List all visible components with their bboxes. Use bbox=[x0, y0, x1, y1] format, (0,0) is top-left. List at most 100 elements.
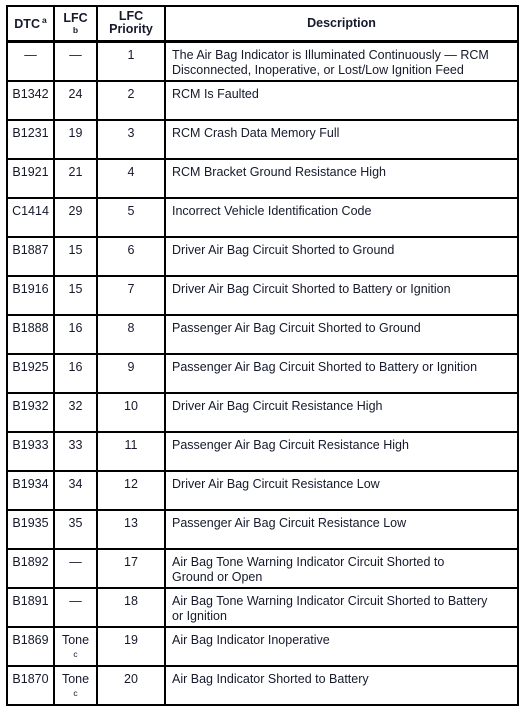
cell-lfc: 35 bbox=[54, 509, 98, 550]
cell-description: Passenger Air Bag Circuit Shorted to Gro… bbox=[165, 314, 518, 355]
column-header-lfc-label: LFC bbox=[63, 10, 88, 25]
table-row: B1925 16 9 Passenger Air Bag Circuit Shorte… bbox=[7, 353, 518, 394]
description-line: Passenger Air Bag Circuit Resistance Hig… bbox=[172, 437, 409, 452]
cell-dtc: B1869 bbox=[7, 626, 55, 667]
cell-lfc-priority: 6 bbox=[97, 236, 166, 277]
cell-dtc: B1870 bbox=[7, 665, 55, 705]
table-row: B1892 — 17 Air Bag Tone Warning Indicator C… bbox=[7, 548, 518, 589]
cell-description: Air Bag Tone Warning Indicator Circuit S… bbox=[165, 548, 518, 589]
header-row: DTC a LFC b LFC Priority Description bbox=[7, 6, 518, 43]
cell-lfc-priority: 3 bbox=[97, 119, 166, 160]
dtc-table-container: DTC a LFC b LFC Priority Description — —1 The… bbox=[6, 5, 519, 706]
table-row: B1869 Tone c 19 Air Bag Indicator Inoperativ… bbox=[7, 626, 518, 667]
cell-description: RCM Bracket Ground Resistance High bbox=[165, 158, 518, 199]
cell-lfc: 15 bbox=[54, 236, 98, 277]
cell-description: Driver Air Bag Circuit Resistance Low bbox=[165, 470, 518, 511]
table-row: B1934 34 12 Driver Air Bag Circuit Resistan… bbox=[7, 470, 518, 511]
cell-lfc: 24 bbox=[54, 80, 98, 121]
cell-lfc-priority: 13 bbox=[97, 509, 166, 550]
description-line: Ground or Open bbox=[172, 569, 263, 584]
cell-lfc-priority: 8 bbox=[97, 314, 166, 355]
cell-description: Driver Air Bag Circuit Shorted to Batter… bbox=[165, 275, 518, 316]
cell-lfc-priority: 9 bbox=[97, 353, 166, 394]
description-line: Driver Air Bag Circuit Resistance High bbox=[172, 398, 383, 413]
cell-lfc-value: — bbox=[69, 593, 82, 608]
table-row: B1916 15 7 Driver Air Bag Circuit Shorted t… bbox=[7, 275, 518, 316]
cell-lfc: 15 bbox=[54, 275, 98, 316]
cell-lfc-priority: 7 bbox=[97, 275, 166, 316]
cell-lfc-value: Tone bbox=[61, 632, 90, 647]
cell-lfc-value: 34 bbox=[68, 476, 83, 491]
cell-dtc: B1921 bbox=[7, 158, 55, 199]
cell-description: Passenger Air Bag Circuit Resistance Low bbox=[165, 509, 518, 550]
description-line: RCM Crash Data Memory Full bbox=[172, 125, 340, 140]
cell-description: RCM Crash Data Memory Full bbox=[165, 119, 518, 160]
cell-lfc-value: — bbox=[69, 48, 82, 62]
footnote-marker-c: c bbox=[73, 648, 78, 659]
cell-description: Air Bag Tone Warning Indicator Circuit S… bbox=[165, 587, 518, 628]
cell-lfc-value: 35 bbox=[68, 515, 83, 530]
cell-description: Air Bag Indicator Inoperative bbox=[165, 626, 518, 667]
dtc-priority-table: DTC a LFC b LFC Priority Description — —1 The… bbox=[6, 5, 519, 706]
cell-description: Driver Air Bag Circuit Resistance High bbox=[165, 392, 518, 433]
cell-dtc: C1414 bbox=[7, 197, 55, 238]
column-header-dtc: DTC a bbox=[7, 6, 55, 43]
description-line: Air Bag Tone Warning Indicator Circuit S… bbox=[172, 593, 488, 608]
cell-lfc-priority: 2 bbox=[97, 80, 166, 121]
cell-dtc: B1231 bbox=[7, 119, 55, 160]
cell-lfc: 19 bbox=[54, 119, 98, 160]
cell-lfc-value: 29 bbox=[68, 203, 83, 218]
cell-lfc: 16 bbox=[54, 314, 98, 355]
column-header-lfc: LFC b bbox=[54, 6, 98, 43]
cell-lfc-priority: 19 bbox=[97, 626, 166, 667]
cell-lfc-priority: 10 bbox=[97, 392, 166, 433]
description-line: Incorrect Vehicle Identification Code bbox=[172, 203, 372, 218]
cell-dtc: B1933 bbox=[7, 431, 55, 472]
description-line: Driver Air Bag Circuit Resistance Low bbox=[172, 476, 380, 491]
description-line: Disconnected, Inoperative, or Lost/Low I… bbox=[172, 63, 464, 77]
table-row: B1887 15 6 Driver Air Bag Circuit Shorted t… bbox=[7, 236, 518, 277]
cell-lfc-priority: 17 bbox=[97, 548, 166, 589]
cell-lfc: — bbox=[54, 41, 98, 82]
cell-lfc-priority: 11 bbox=[97, 431, 166, 472]
cell-lfc-value: 15 bbox=[68, 242, 83, 257]
cell-lfc-priority: 12 bbox=[97, 470, 166, 511]
cell-dtc: B1932 bbox=[7, 392, 55, 433]
table-row: B1921 21 4 RCM Bracket Ground Resistance Hi… bbox=[7, 158, 518, 199]
cell-description: RCM Is Faulted bbox=[165, 80, 518, 121]
cell-lfc-value: 15 bbox=[68, 281, 83, 296]
cell-lfc-priority: 4 bbox=[97, 158, 166, 199]
cell-lfc-value: 24 bbox=[68, 86, 83, 101]
table-header: DTC a LFC b LFC Priority Description bbox=[7, 6, 518, 43]
description-line: Passenger Air Bag Circuit Resistance Low bbox=[172, 515, 407, 530]
table-row: B1231 19 3 RCM Crash Data Memory Full bbox=[7, 119, 518, 160]
description-line: The Air Bag Indicator is Illuminated Con… bbox=[172, 48, 489, 62]
cell-dtc: B1925 bbox=[7, 353, 55, 394]
cell-lfc: 32 bbox=[54, 392, 98, 433]
table-row: B1870 Tone c 20 Air Bag Indicator Shorted to… bbox=[7, 665, 518, 705]
description-line: Passenger Air Bag Circuit Shorted to Bat… bbox=[172, 359, 478, 374]
cell-lfc-priority: 18 bbox=[97, 587, 166, 628]
column-header-lfc-priority: LFC Priority bbox=[97, 6, 166, 43]
footnote-marker-b: b bbox=[72, 24, 79, 35]
description-line: RCM Is Faulted bbox=[172, 86, 259, 101]
cell-lfc-value: 33 bbox=[68, 437, 83, 452]
cell-lfc-value: 16 bbox=[68, 320, 83, 335]
cell-lfc: 16 bbox=[54, 353, 98, 394]
cell-lfc-value: 32 bbox=[68, 398, 83, 413]
description-line: Driver Air Bag Circuit Shorted to Ground bbox=[172, 242, 395, 257]
description-line: Air Bag Indicator Shorted to Battery bbox=[172, 671, 369, 686]
footnote-marker-c: c bbox=[73, 687, 78, 698]
description-line: Passenger Air Bag Circuit Shorted to Gro… bbox=[172, 320, 421, 335]
cell-dtc: B1888 bbox=[7, 314, 55, 355]
cell-lfc-value: — bbox=[69, 554, 82, 569]
cell-lfc: 34 bbox=[54, 470, 98, 511]
cell-dtc: B1934 bbox=[7, 470, 55, 511]
description-line: RCM Bracket Ground Resistance High bbox=[172, 164, 386, 179]
cell-dtc: B1892 bbox=[7, 548, 55, 589]
table-row: — — 1 The Air Bag Indicator is Illuminated … bbox=[7, 41, 518, 82]
cell-description: Passenger Air Bag Circuit Resistance Hig… bbox=[165, 431, 518, 472]
cell-dtc: B1342 bbox=[7, 80, 55, 121]
cell-lfc-priority: 20 bbox=[97, 665, 166, 705]
table-row: C1414 29 5 Incorrect Vehicle Identification… bbox=[7, 197, 518, 238]
